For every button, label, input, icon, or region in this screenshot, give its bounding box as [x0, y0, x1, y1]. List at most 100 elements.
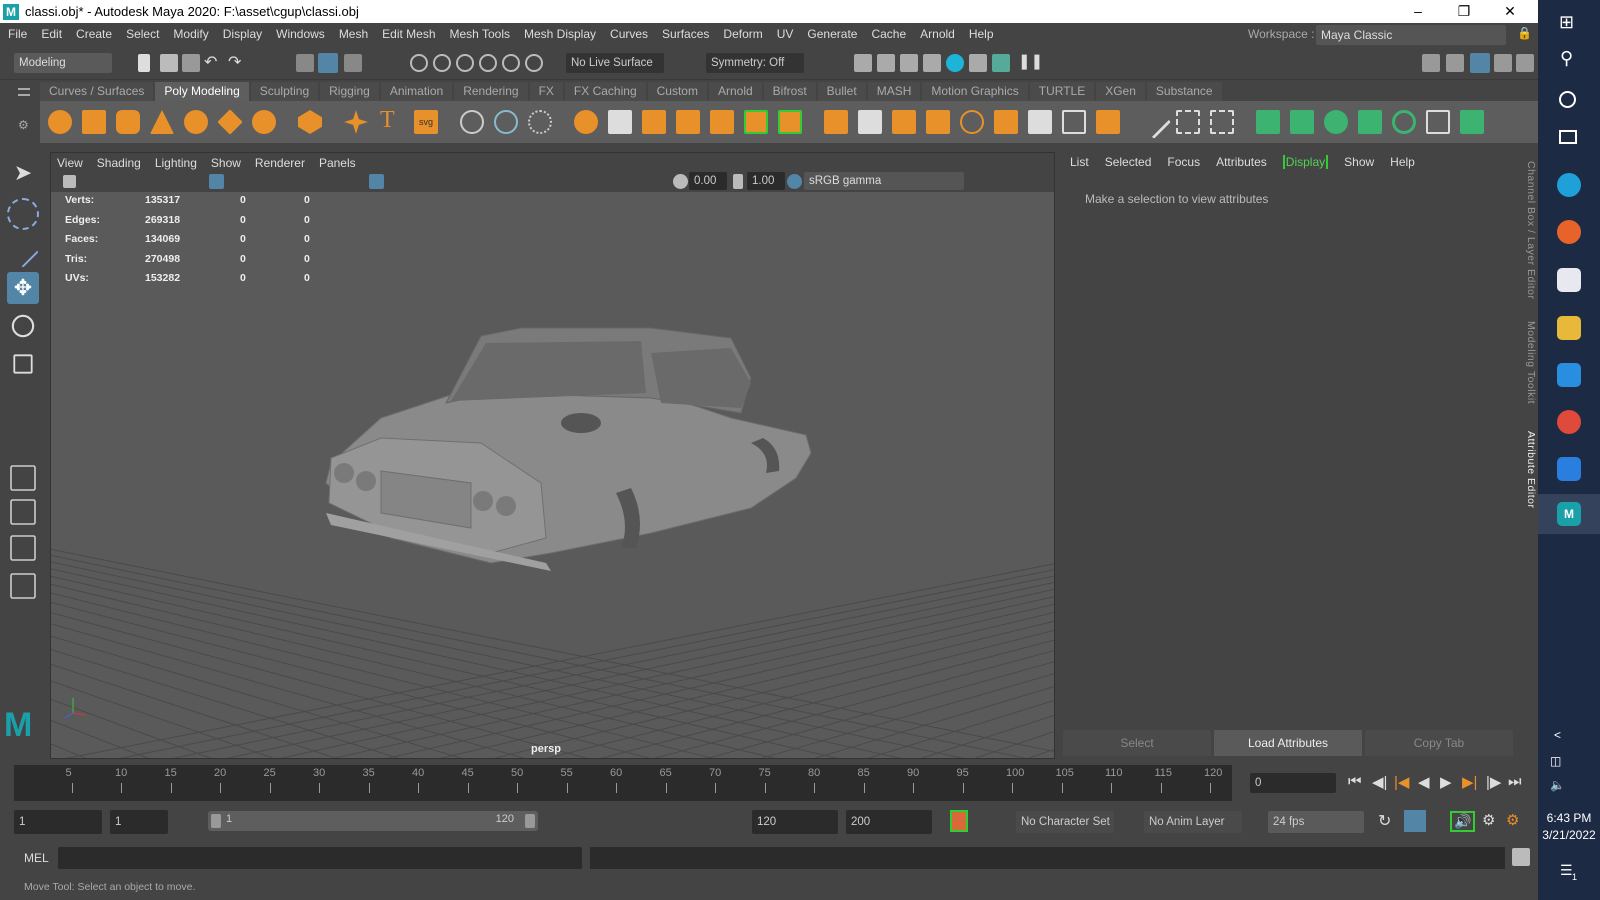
tool-settings-icon[interactable] [1494, 54, 1512, 72]
mirror-icon[interactable] [494, 110, 518, 134]
sculpt-tool-icon[interactable] [460, 110, 484, 134]
append-icon[interactable] [926, 110, 950, 134]
fps-dropdown[interactable]: 24 fps [1268, 811, 1364, 833]
play-backwards-icon[interactable]: ◀ [1418, 773, 1430, 791]
select-button[interactable]: Select [1063, 730, 1211, 756]
menu-arnold[interactable]: Arnold [920, 27, 955, 41]
windows-start-icon[interactable]: ⊞ [1559, 12, 1574, 33]
symmetry-dropdown[interactable]: Symmetry: Off [706, 53, 804, 73]
step-back-frame-icon[interactable]: ◀| [1372, 773, 1387, 791]
paint-select-tool-icon[interactable] [7, 236, 39, 268]
shelf-menu-icon[interactable] [18, 88, 30, 96]
cortana-icon[interactable] [1559, 91, 1576, 108]
action-center-icon[interactable]: ☰ [1560, 862, 1573, 879]
search-icon[interactable]: ⚲ [1560, 48, 1573, 69]
file-explorer-icon[interactable] [1557, 316, 1581, 340]
color-management-icon[interactable] [787, 174, 802, 189]
super-shape-icon[interactable] [344, 110, 368, 134]
gamma-icon[interactable] [733, 174, 743, 189]
shelf-tab-poly-modeling[interactable]: Poly Modeling [155, 82, 249, 101]
animation-start-field[interactable]: 1 [14, 810, 102, 834]
grid-toggle-icon[interactable] [209, 174, 224, 189]
character-run-icon[interactable]: ⚙ [1506, 811, 1519, 829]
time-slider[interactable]: 5 10 15 20 25 30 35 40 45 50 55 60 65 70 75 80 85 90 95 100… [14, 765, 1232, 801]
close-button[interactable]: ✕ [1487, 0, 1533, 23]
go-to-end-icon[interactable]: ⏭ [1508, 773, 1522, 790]
attribute-editor-toggle-icon[interactable] [1470, 53, 1490, 73]
mirror-geometry-icon[interactable] [642, 110, 666, 134]
menu-display[interactable]: Display [223, 27, 262, 41]
camera-icon[interactable] [63, 175, 76, 188]
render-settings-icon[interactable] [923, 54, 941, 72]
menu-cache[interactable]: Cache [871, 27, 906, 41]
mail-icon[interactable] [1557, 363, 1581, 387]
menu-surfaces[interactable]: Surfaces [662, 27, 709, 41]
snap-grid-icon[interactable] [410, 54, 428, 72]
bevel-icon[interactable] [892, 110, 916, 134]
type-tool-icon[interactable]: T [380, 107, 395, 134]
menuset-dropdown[interactable]: Modeling [14, 53, 112, 73]
select-hierarchy-icon[interactable] [296, 54, 314, 72]
snap-live-icon[interactable] [502, 54, 520, 72]
render-frame-icon[interactable] [877, 54, 895, 72]
render-view-icon[interactable] [854, 54, 872, 72]
smooth-mesh-icon[interactable] [676, 110, 700, 134]
smooth-shade-icon[interactable] [369, 174, 384, 189]
firefox-icon[interactable] [1557, 220, 1581, 244]
pause-icon[interactable]: ❚❚ [1018, 52, 1043, 70]
menu-modify[interactable]: Modify [173, 27, 208, 41]
chrome-icon[interactable] [1557, 410, 1581, 434]
shelf-tab-rendering[interactable]: Rendering [454, 82, 528, 101]
workspace-dropdown[interactable]: Maya Classic [1316, 25, 1506, 45]
shelf-tab-bifrost[interactable]: Bifrost [763, 82, 816, 101]
unfold-icon[interactable] [1392, 110, 1416, 134]
undo-icon[interactable]: ↶ [204, 52, 217, 72]
step-forward-frame-icon[interactable]: |▶ [1486, 773, 1501, 791]
menu-select[interactable]: Select [126, 27, 159, 41]
current-frame-field[interactable]: 0 [1250, 773, 1336, 793]
persp-outliner-layout-icon[interactable] [10, 535, 36, 561]
script-editor-icon[interactable] [1512, 848, 1530, 866]
poly-cube-icon[interactable] [82, 110, 106, 134]
snap-surface-icon[interactable] [525, 54, 543, 72]
poly-cylinder-icon[interactable] [116, 110, 140, 134]
sound-icon[interactable]: 🔊 [1450, 811, 1476, 832]
snap-view-plane-icon[interactable] [479, 54, 497, 72]
viewport-persp[interactable]: View Shading Lighting Show Renderer Pane… [50, 152, 1055, 759]
animation-end-field[interactable]: 200 [846, 810, 932, 834]
open-scene-icon[interactable] [160, 54, 178, 72]
multi-cut-icon[interactable] [1028, 110, 1052, 134]
minimize-button[interactable]: – [1395, 0, 1441, 23]
attr-menu-attributes[interactable]: Attributes [1216, 155, 1267, 169]
channel-box-icon[interactable] [1516, 54, 1534, 72]
layout-uv-icon[interactable] [1426, 110, 1450, 134]
shelf-tab-turtle[interactable]: TURTLE [1029, 82, 1095, 101]
command-language-label[interactable]: MEL [24, 851, 49, 865]
fill-hole-icon[interactable] [960, 110, 984, 134]
quad-draw-icon[interactable] [1137, 105, 1171, 139]
single-view-layout-icon[interactable] [10, 465, 36, 491]
menu-generate[interactable]: Generate [807, 27, 857, 41]
playback-start-field[interactable]: 1 [110, 810, 168, 834]
step-back-key-icon[interactable]: |◀ [1394, 773, 1409, 791]
separate-icon[interactable] [608, 110, 632, 134]
menu-curves[interactable]: Curves [610, 27, 648, 41]
menu-file[interactable]: File [8, 27, 27, 41]
poly-torus-icon[interactable] [184, 110, 208, 134]
shelf-tab-substance[interactable]: Substance [1146, 82, 1222, 101]
exposure-icon[interactable] [673, 174, 688, 189]
menu-edit[interactable]: Edit [41, 27, 62, 41]
shelf-settings-icon[interactable]: ⚙ [18, 118, 29, 132]
microsoft-store-icon[interactable] [1557, 268, 1581, 292]
snap-point-icon[interactable] [456, 54, 474, 72]
copy-tab-button[interactable]: Copy Tab [1365, 730, 1513, 756]
loop-icon[interactable]: ↻ [1378, 811, 1391, 831]
select-object-icon[interactable] [318, 53, 338, 73]
anim-layer-dropdown[interactable]: No Anim Layer [1144, 811, 1242, 833]
play-forwards-icon[interactable]: ▶ [1440, 773, 1452, 791]
shelf-tab-mash[interactable]: MASH [867, 82, 921, 101]
shelf-tab-fx[interactable]: FX [529, 82, 563, 101]
gamma-field[interactable]: 1.00 [747, 172, 785, 190]
step-forward-key-icon[interactable]: ▶| [1462, 773, 1477, 791]
snap-curve-icon[interactable] [433, 54, 451, 72]
